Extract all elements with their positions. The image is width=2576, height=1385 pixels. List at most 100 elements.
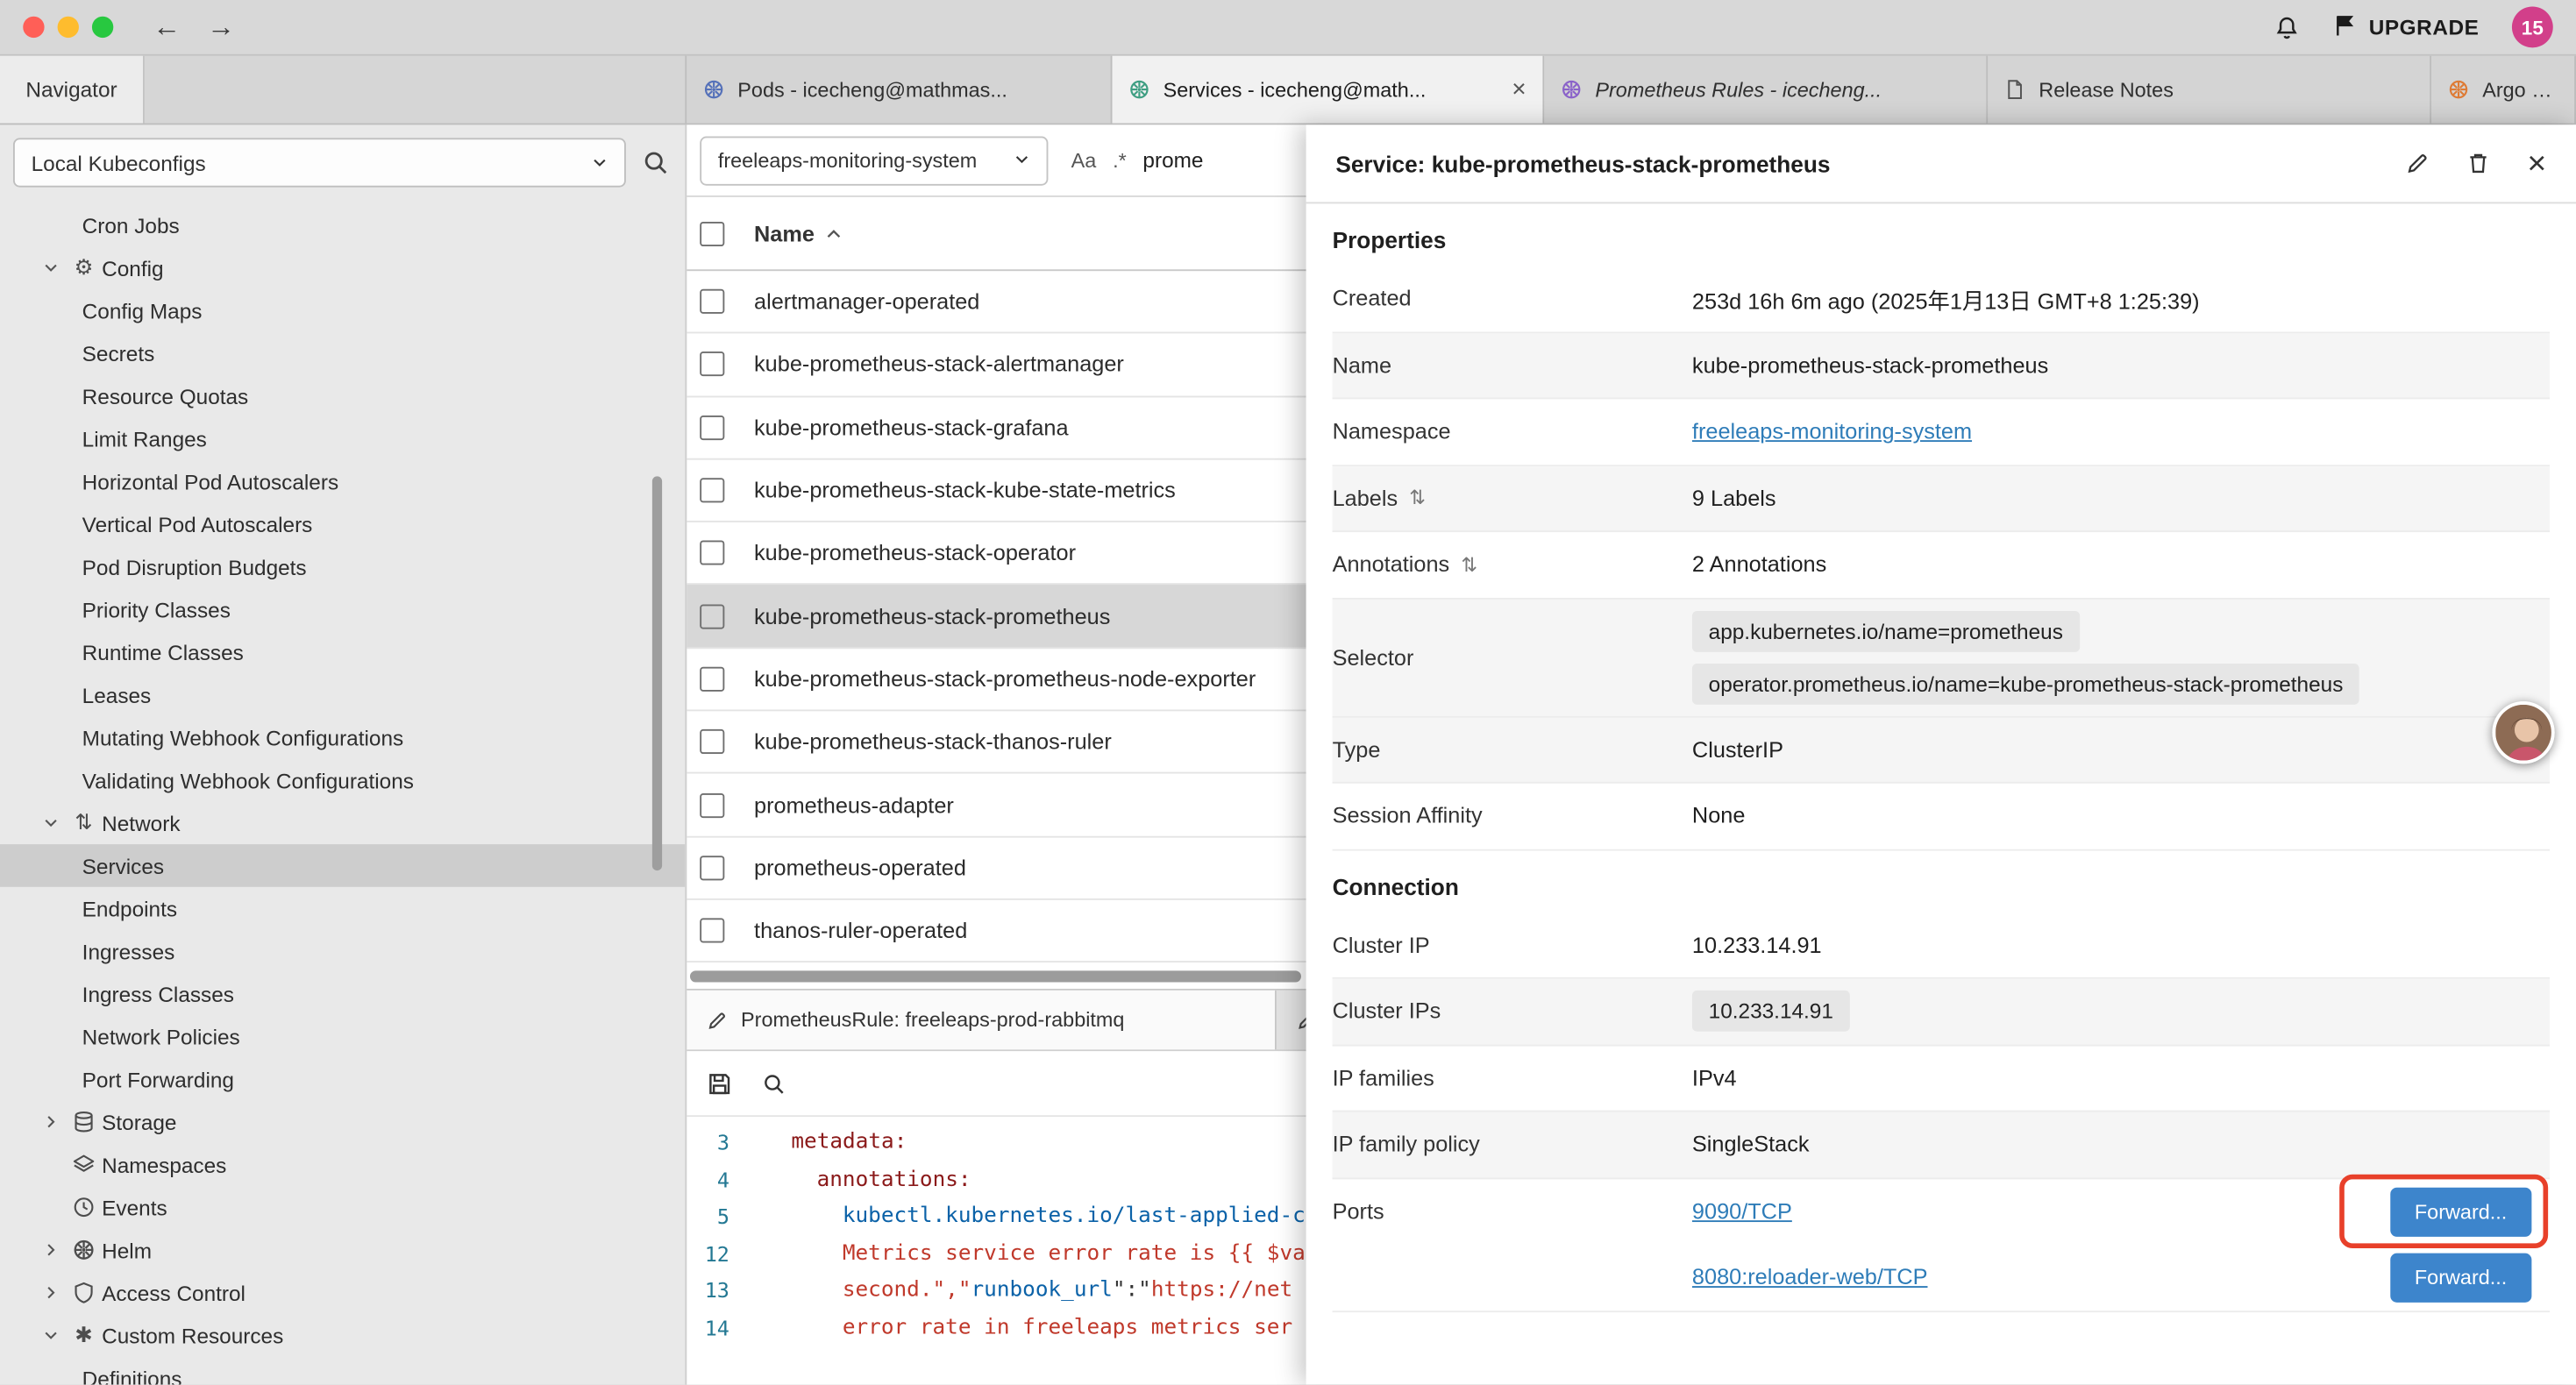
service-name: thanos-ruler-operated bbox=[754, 919, 967, 943]
row-checkbox[interactable] bbox=[700, 352, 724, 377]
port-link[interactable]: 8080:reloader-web/TCP bbox=[1692, 1265, 1928, 1289]
sidebar-item-label: Vertical Pod Autoscalers bbox=[82, 512, 313, 536]
detail-row-session-affinity: Session AffinityNone bbox=[1333, 784, 2550, 850]
sidebar-item-definitions[interactable]: Definitions bbox=[0, 1357, 685, 1385]
detail-value: app.kubernetes.io/name=prometheusoperato… bbox=[1692, 599, 2550, 715]
tab-close-icon[interactable]: × bbox=[1512, 75, 1526, 103]
notification-count-badge[interactable]: 15 bbox=[2512, 6, 2553, 47]
sidebar-search-icon[interactable] bbox=[643, 150, 669, 176]
dock-tab-prometheusrule[interactable]: PrometheusRule: freeleaps-prod-rabbitmq bbox=[687, 991, 1277, 1049]
sidebar-item-secrets[interactable]: Secrets bbox=[0, 331, 685, 374]
list-search-input[interactable] bbox=[1142, 148, 1291, 173]
layers-icon bbox=[66, 1153, 102, 1175]
close-panel-button[interactable]: × bbox=[2527, 147, 2546, 180]
editor-search-icon[interactable] bbox=[762, 1072, 785, 1095]
sidebar-item-namespaces[interactable]: Namespaces bbox=[0, 1143, 685, 1186]
match-case-toggle[interactable]: Aa bbox=[1071, 149, 1097, 172]
sort-toggle-icon[interactable]: ⇅ bbox=[1409, 487, 1426, 509]
sidebar-item-access-control[interactable]: Access Control bbox=[0, 1271, 685, 1314]
select-all-checkbox[interactable] bbox=[700, 221, 724, 245]
chevron-right-icon[interactable] bbox=[36, 1113, 66, 1130]
detail-value: kube-prometheus-stack-prometheus bbox=[1692, 352, 2550, 377]
row-checkbox[interactable] bbox=[700, 604, 724, 629]
sidebar-item-storage[interactable]: Storage bbox=[0, 1100, 685, 1143]
port-forward-button[interactable]: Forward... bbox=[2390, 1187, 2532, 1236]
horizontal-scrollbar-thumb[interactable] bbox=[690, 970, 1301, 982]
sidebar-item-config[interactable]: ⚙Config bbox=[0, 246, 685, 289]
delete-service-button[interactable] bbox=[2466, 151, 2491, 175]
chevron-right-icon[interactable] bbox=[36, 1284, 66, 1301]
sidebar-item-services[interactable]: Services bbox=[0, 844, 685, 887]
sidebar-item-label: Config bbox=[102, 255, 163, 280]
sidebar-item-runtime-classes[interactable]: Runtime Classes bbox=[0, 631, 685, 674]
row-checkbox[interactable] bbox=[700, 729, 724, 754]
sidebar-item-resource-quotas[interactable]: Resource Quotas bbox=[0, 374, 685, 417]
row-checkbox[interactable] bbox=[700, 289, 724, 314]
sidebar-item-horizontal-pod-autoscalers[interactable]: Horizontal Pod Autoscalers bbox=[0, 460, 685, 503]
gear-icon: ⚙ bbox=[66, 254, 102, 281]
window-minimize-button[interactable] bbox=[58, 17, 79, 38]
sidebar-item-priority-classes[interactable]: Priority Classes bbox=[0, 588, 685, 631]
row-checkbox[interactable] bbox=[700, 541, 724, 565]
chevron-down-icon[interactable] bbox=[36, 814, 66, 831]
tab-services-icecheng-math[interactable]: Services - icecheng@math...× bbox=[1113, 56, 1545, 124]
row-checkbox[interactable] bbox=[700, 478, 724, 502]
kubeconfig-selector[interactable]: Local Kubeconfigs bbox=[13, 138, 626, 187]
sidebar-item-limit-ranges[interactable]: Limit Ranges bbox=[0, 417, 685, 460]
sidebar-item-vertical-pod-autoscalers[interactable]: Vertical Pod Autoscalers bbox=[0, 502, 685, 545]
sidebar-item-network-policies[interactable]: Network Policies bbox=[0, 1015, 685, 1058]
sidebar-item-custom-resources[interactable]: ✱Custom Resources bbox=[0, 1314, 685, 1357]
detail-label: Cluster IP bbox=[1333, 933, 1692, 957]
sidebar-item-leases[interactable]: Leases bbox=[0, 673, 685, 716]
row-checkbox[interactable] bbox=[700, 667, 724, 692]
sidebar-item-validating-webhook-configurations[interactable]: Validating Webhook Configurations bbox=[0, 759, 685, 802]
tab-pods-icecheng-mathmas[interactable]: Pods - icecheng@mathmas... bbox=[687, 56, 1112, 124]
sort-toggle-icon[interactable]: ⇅ bbox=[1461, 553, 1477, 576]
chevron-down-icon[interactable] bbox=[36, 1327, 66, 1344]
asterisk-icon: ✱ bbox=[66, 1322, 102, 1348]
sidebar-scrollbar[interactable] bbox=[652, 476, 662, 870]
chevron-right-icon[interactable] bbox=[36, 1242, 66, 1259]
detail-value: 10.233.14.91 bbox=[1692, 979, 2550, 1043]
sidebar-item-cron-jobs[interactable]: Cron Jobs bbox=[0, 203, 685, 246]
sidebar-item-ingress-classes[interactable]: Ingress Classes bbox=[0, 972, 685, 1015]
detail-label: IP family policy bbox=[1333, 1132, 1692, 1156]
row-checkbox[interactable] bbox=[700, 792, 724, 817]
sidebar-item-pod-disruption-budgets[interactable]: Pod Disruption Budgets bbox=[0, 545, 685, 588]
sidebar-item-endpoints[interactable]: Endpoints bbox=[0, 887, 685, 930]
detail-value: 2 Annotations bbox=[1692, 552, 2550, 577]
sidebar-item-mutating-webhook-configurations[interactable]: Mutating Webhook Configurations bbox=[0, 716, 685, 759]
edit-service-button[interactable] bbox=[2406, 151, 2430, 175]
name-column-header[interactable]: Name bbox=[754, 221, 815, 245]
sidebar-item-network[interactable]: ⇅Network bbox=[0, 801, 685, 844]
window-zoom-button[interactable] bbox=[92, 17, 113, 38]
row-checkbox[interactable] bbox=[700, 416, 724, 440]
upgrade-button[interactable]: UPGRADE bbox=[2332, 12, 2479, 42]
sidebar-item-helm[interactable]: Helm bbox=[0, 1229, 685, 1272]
sidebar-item-events[interactable]: Events bbox=[0, 1186, 685, 1229]
navigator-tab[interactable]: Navigator bbox=[0, 56, 145, 124]
port-forward-button[interactable]: Forward... bbox=[2390, 1253, 2532, 1302]
namespace-filter-select[interactable]: freeleaps-monitoring-system bbox=[700, 136, 1048, 185]
history-forward-button[interactable]: → bbox=[207, 13, 235, 41]
notifications-bell-icon[interactable] bbox=[2274, 14, 2300, 40]
row-checkbox[interactable] bbox=[700, 919, 724, 943]
namespace-link[interactable]: freeleaps-monitoring-system bbox=[1692, 419, 1972, 444]
window-close-button[interactable] bbox=[23, 17, 44, 38]
code-text: error rate in freeleaps metrics ser bbox=[752, 1315, 1292, 1339]
sidebar-item-port-forwarding[interactable]: Port Forwarding bbox=[0, 1058, 685, 1101]
tab-release-notes[interactable]: Release Notes bbox=[1988, 56, 2431, 124]
port-link[interactable]: 9090/TCP bbox=[1692, 1199, 1792, 1224]
sidebar-item-config-maps[interactable]: Config Maps bbox=[0, 289, 685, 332]
sort-ascending-icon[interactable] bbox=[824, 224, 843, 243]
tab-label: Prometheus Rules - icecheng... bbox=[1595, 78, 1969, 101]
chevron-down-icon[interactable] bbox=[36, 259, 66, 276]
regex-toggle[interactable]: .* bbox=[1113, 149, 1127, 172]
sidebar-item-ingresses[interactable]: Ingresses bbox=[0, 930, 685, 973]
tab-prometheus-rules-icecheng[interactable]: Prometheus Rules - icecheng... bbox=[1544, 56, 1988, 124]
user-avatar[interactable] bbox=[2492, 701, 2554, 764]
history-back-button[interactable]: ← bbox=[153, 13, 181, 41]
save-icon[interactable] bbox=[707, 1070, 733, 1097]
tab-argo-s[interactable]: Argo S... bbox=[2431, 56, 2576, 124]
row-checkbox[interactable] bbox=[700, 856, 724, 880]
